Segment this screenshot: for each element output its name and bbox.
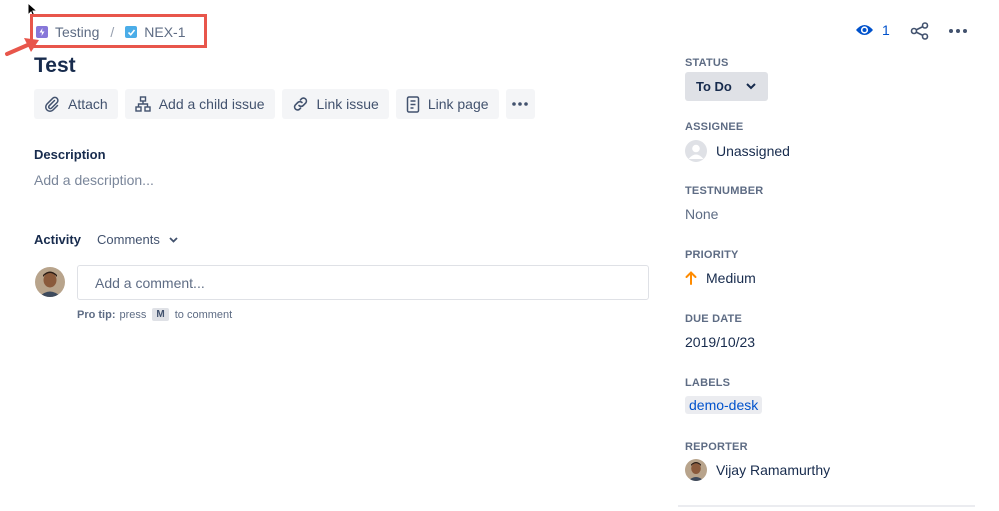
more-icon [949, 29, 967, 33]
breadcrumb: Testing / NEX-1 [36, 22, 185, 42]
link-issue-button[interactable]: Link issue [281, 89, 389, 119]
due-date-label: DUE DATE [685, 313, 743, 325]
more-icon [512, 102, 528, 106]
link-icon [292, 96, 309, 112]
assignee-field[interactable]: Unassigned [685, 140, 790, 162]
link-page-button[interactable]: Link page [395, 89, 499, 119]
more-actions-button[interactable] [505, 89, 535, 119]
labels-label: LABELS [685, 377, 731, 389]
breadcrumb-issue-key-link[interactable]: NEX-1 [144, 24, 185, 40]
pro-tip-suffix: to comment [174, 308, 233, 321]
priority-value: Medium [706, 270, 756, 286]
assignee-value: Unassigned [716, 143, 790, 159]
priority-arrow-up-icon [685, 271, 697, 285]
user-placeholder-icon [685, 140, 707, 162]
chevron-down-icon [746, 83, 756, 90]
watch-button[interactable]: 1 [855, 22, 890, 38]
reporter-label: REPORTER [685, 441, 748, 453]
activity-heading: Activity [34, 232, 81, 247]
add-comment-input[interactable]: Add a comment... [77, 265, 649, 300]
task-checkbox-icon [125, 26, 138, 38]
link-page-label: Link page [427, 96, 489, 112]
pro-tip: Pro tip: press M to comment [77, 308, 232, 321]
issue-title[interactable]: Test [34, 54, 76, 78]
pro-tip-key: M [152, 308, 169, 321]
watcher-count: 1 [882, 22, 890, 38]
breadcrumb-separator: / [110, 24, 115, 40]
add-child-issue-label: Add a child issue [158, 96, 265, 112]
more-options-button[interactable] [948, 22, 968, 45]
issue-action-toolbar: Attach Add a child issue Link issue Link… [34, 89, 535, 119]
priority-label: PRIORITY [685, 249, 739, 261]
sidebar-divider [678, 505, 975, 507]
link-issue-label: Link issue [316, 96, 379, 112]
reporter-value: Vijay Ramamurthy [716, 462, 831, 478]
add-child-issue-button[interactable]: Add a child issue [124, 89, 275, 119]
status-value: To Do [696, 79, 732, 94]
pro-tip-press: press [119, 308, 147, 321]
share-button[interactable] [910, 22, 929, 45]
eye-icon [856, 25, 873, 35]
hierarchy-icon [135, 96, 151, 112]
priority-field[interactable]: Medium [685, 270, 756, 286]
current-user-avatar [35, 267, 65, 297]
chevron-down-icon [169, 236, 178, 243]
testnumber-label: TESTNUMBER [685, 185, 764, 197]
activity-filter-label: Comments [97, 232, 160, 247]
project-icon [36, 26, 48, 38]
due-date-value[interactable]: 2019/10/23 [685, 334, 755, 350]
breadcrumb-project-link[interactable]: Testing [55, 24, 99, 40]
description-heading: Description [34, 147, 106, 162]
share-icon [910, 22, 929, 40]
activity-filter-select[interactable]: Comments [97, 232, 178, 247]
status-dropdown[interactable]: To Do [685, 72, 768, 101]
assignee-label: ASSIGNEE [685, 121, 744, 133]
testnumber-value[interactable]: None [685, 206, 718, 222]
attach-button[interactable]: Attach [34, 89, 118, 119]
page-icon [406, 95, 420, 113]
status-label: STATUS [685, 57, 729, 69]
pro-tip-label: Pro tip: [77, 308, 116, 321]
label-chip[interactable]: demo-desk [685, 396, 763, 414]
attach-paperclip-icon [44, 96, 60, 112]
description-field[interactable]: Add a description... [34, 172, 154, 188]
attach-button-label: Attach [68, 96, 108, 112]
reporter-avatar [685, 459, 707, 481]
reporter-field[interactable]: Vijay Ramamurthy [685, 459, 830, 481]
